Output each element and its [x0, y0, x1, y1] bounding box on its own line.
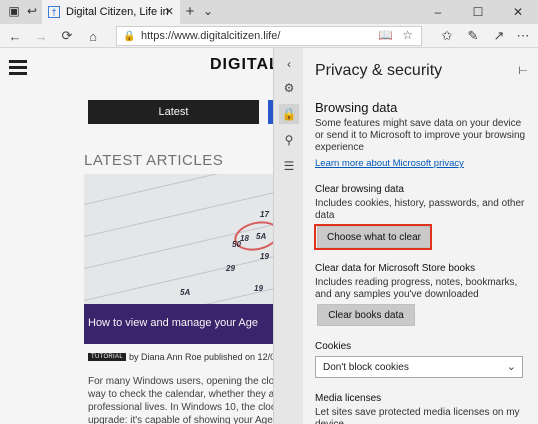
clear-browsing-data-description: Includes cookies, history, passwords, an… — [315, 198, 525, 221]
reading-view-icon[interactable]: 📖 — [378, 28, 393, 42]
share-icon[interactable]: ↗ — [490, 27, 508, 45]
cookies-selected-value: Don't block cookies — [323, 361, 409, 373]
browsing-data-heading: Browsing data — [315, 100, 398, 115]
address-bar[interactable]: 🔒 https://www.digitalcitizen.life/ 📖 ☆ — [116, 26, 422, 46]
minimize-icon[interactable]: – — [418, 0, 458, 24]
favorite-star-icon[interactable]: ☆ — [402, 28, 413, 42]
back-icon[interactable]: ← — [6, 27, 24, 45]
close-window-icon[interactable]: ✕ — [498, 0, 538, 24]
url-text: https://www.digitalcitizen.life/ — [141, 30, 281, 42]
browsing-data-description: Some features might save data on your de… — [315, 118, 526, 153]
media-licenses-heading: Media licenses — [315, 393, 382, 404]
gear-icon[interactable]: ⚙ — [279, 78, 299, 98]
key-icon[interactable]: ⚲ — [279, 130, 299, 150]
lock-icon[interactable]: 🔒 — [279, 104, 299, 124]
learn-more-privacy-link[interactable]: Learn more about Microsoft privacy — [315, 158, 464, 169]
clear-books-data-button[interactable]: Clear books data — [317, 304, 415, 326]
panel-title: Privacy & security — [315, 62, 443, 79]
page-overlay — [0, 48, 273, 424]
pin-icon[interactable]: ⊢ — [518, 64, 528, 77]
more-options-icon[interactable]: ⋯ — [514, 27, 532, 45]
close-tab-icon[interactable]: ✕ — [165, 5, 174, 18]
cookies-heading: Cookies — [315, 341, 352, 352]
chevron-down-icon[interactable]: ⌄ — [200, 3, 216, 19]
highlight-box — [314, 224, 432, 250]
sliders-icon[interactable]: ☰ — [279, 156, 299, 176]
title-bar: ▣ ↩ † Digital Citizen, Life in a ✕ + ⌄ –… — [0, 0, 538, 24]
home-icon[interactable]: ⌂ — [84, 27, 102, 45]
favorites-hub-icon[interactable]: ✩ — [438, 27, 456, 45]
navigation-bar: ← → ⟳ ⌂ 🔒 https://www.digitalcitizen.lif… — [0, 24, 538, 48]
web-note-icon[interactable]: ✎ — [464, 27, 482, 45]
cookies-select[interactable]: Don't block cookies ⌄ — [315, 356, 523, 378]
settings-nav-rail: ‹ ⚙ 🔒 ⚲ ☰ — [273, 48, 303, 424]
set-aside-tabs-icon[interactable]: ↩ — [24, 3, 40, 19]
maximize-icon[interactable]: ☐ — [458, 0, 498, 24]
chevron-down-icon: ⌄ — [506, 361, 516, 373]
settings-panel: Privacy & security ⊢ Browsing data Some … — [303, 48, 538, 424]
browser-tab[interactable]: † Digital Citizen, Life in a ✕ — [42, 0, 180, 24]
media-licenses-description: Let sites save protected media licenses … — [315, 407, 520, 424]
site-favicon-icon: † — [48, 6, 60, 18]
clear-browsing-data-heading: Clear browsing data — [315, 184, 404, 195]
tab-actions-icon[interactable]: ▣ — [6, 3, 22, 19]
web-page: DIGITAL Latest LATEST ARTICLES 17 18 5A … — [0, 48, 273, 424]
clear-store-data-heading: Clear data for Microsoft Store books — [315, 263, 476, 274]
refresh-icon[interactable]: ⟳ — [58, 27, 76, 45]
forward-icon[interactable]: → — [32, 27, 50, 45]
clear-store-data-description: Includes reading progress, notes, bookma… — [315, 277, 518, 300]
chevron-left-icon[interactable]: ‹ — [279, 54, 299, 74]
new-tab-icon[interactable]: + — [182, 3, 198, 20]
lock-icon: 🔒 — [123, 30, 136, 42]
tab-title: Digital Citizen, Life in a — [66, 6, 170, 18]
